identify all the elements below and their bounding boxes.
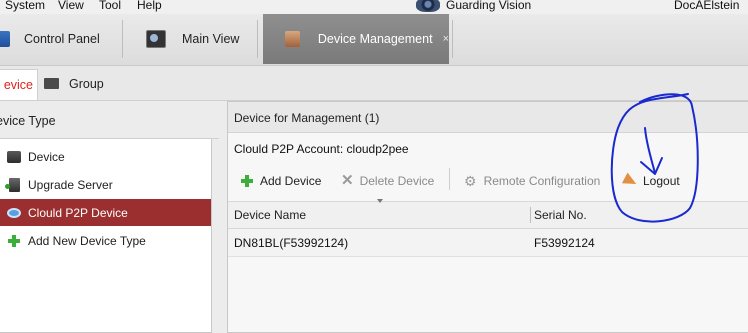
device-type-title: evice Type — [0, 114, 56, 128]
app-title: Guarding Vision — [446, 0, 532, 12]
folder-icon — [44, 78, 59, 89]
menu-view[interactable]: View — [58, 0, 84, 12]
sort-arrow-icon — [377, 199, 383, 203]
panel-title: Device for Management (1) — [234, 111, 380, 125]
tab-main-view[interactable]: Main View — [146, 14, 239, 64]
tab-control-panel[interactable]: Control Panel — [0, 14, 100, 64]
device-type-item-device[interactable]: Device — [0, 143, 211, 170]
tab-device-management[interactable]: Device Management × — [263, 14, 449, 64]
tab-divider — [257, 20, 258, 58]
device-management-icon — [285, 31, 300, 47]
device-type-item-upgrade-server[interactable]: Upgrade Server — [0, 171, 211, 198]
device-type-item-cloud-p2p[interactable]: Clould P2P Device — [0, 199, 211, 226]
toolbar-divider — [449, 168, 450, 190]
button-label: Logout — [643, 174, 680, 188]
item-label: Add New Device Type — [28, 233, 146, 248]
column-divider[interactable] — [530, 207, 531, 223]
remote-configuration-button[interactable]: ⚙ Remote Configuration — [464, 172, 600, 190]
add-device-button[interactable]: Add Device — [241, 172, 321, 190]
cloud-icon — [7, 207, 21, 218]
app-brand: Guarding Vision — [416, 0, 531, 14]
button-label: Add Device — [260, 174, 322, 188]
item-label: Device — [28, 149, 65, 164]
tab-label: Main View — [182, 32, 240, 46]
delete-device-button[interactable]: ✕ Delete Device — [341, 172, 434, 190]
logout-button[interactable]: Logout — [621, 172, 680, 190]
logout-icon — [621, 172, 640, 190]
device-icon — [7, 150, 21, 163]
menu-tool[interactable]: Tool — [99, 0, 121, 12]
subtab-group[interactable]: Group — [69, 77, 104, 91]
tab-divider — [122, 20, 123, 58]
column-serial-no[interactable]: Serial No. — [534, 208, 587, 222]
cell-device-name: DN81BL(F53992124) — [234, 236, 349, 250]
menu-help[interactable]: Help — [137, 0, 162, 12]
cell-serial-no: F53992124 — [534, 236, 595, 250]
item-label: Clould P2P Device — [28, 205, 128, 220]
button-label: Delete Device — [359, 174, 435, 188]
sub-tab-bar — [0, 66, 748, 101]
cloud-account-line: Clould P2P Account: cloudp2pee — [234, 142, 409, 156]
column-device-name[interactable]: Device Name — [234, 208, 306, 222]
subtab-device[interactable]: evice — [0, 69, 38, 100]
main-view-icon — [146, 30, 166, 48]
delete-icon: ✕ — [341, 172, 354, 189]
tab-label: Device Management — [317, 32, 433, 46]
device-type-item-add-new[interactable]: Add New Device Type — [0, 227, 211, 254]
account-label: Clould P2P Account: — [234, 142, 344, 156]
plus-icon — [241, 175, 253, 187]
tab-divider — [452, 20, 453, 58]
gear-icon: ⚙ — [464, 173, 477, 189]
menu-system[interactable]: System — [5, 0, 45, 12]
close-tab-icon[interactable]: × — [443, 33, 449, 45]
control-panel-icon — [0, 31, 10, 47]
upgrade-server-icon — [5, 177, 20, 192]
brand-logo-icon — [416, 0, 440, 12]
button-label: Remote Configuration — [483, 174, 601, 188]
item-label: Upgrade Server — [28, 177, 113, 192]
add-icon — [8, 234, 20, 247]
account-value: cloudp2pee — [346, 142, 409, 156]
user-name[interactable]: DocAElstein — [674, 0, 739, 12]
tab-label: Control Panel — [24, 32, 100, 46]
